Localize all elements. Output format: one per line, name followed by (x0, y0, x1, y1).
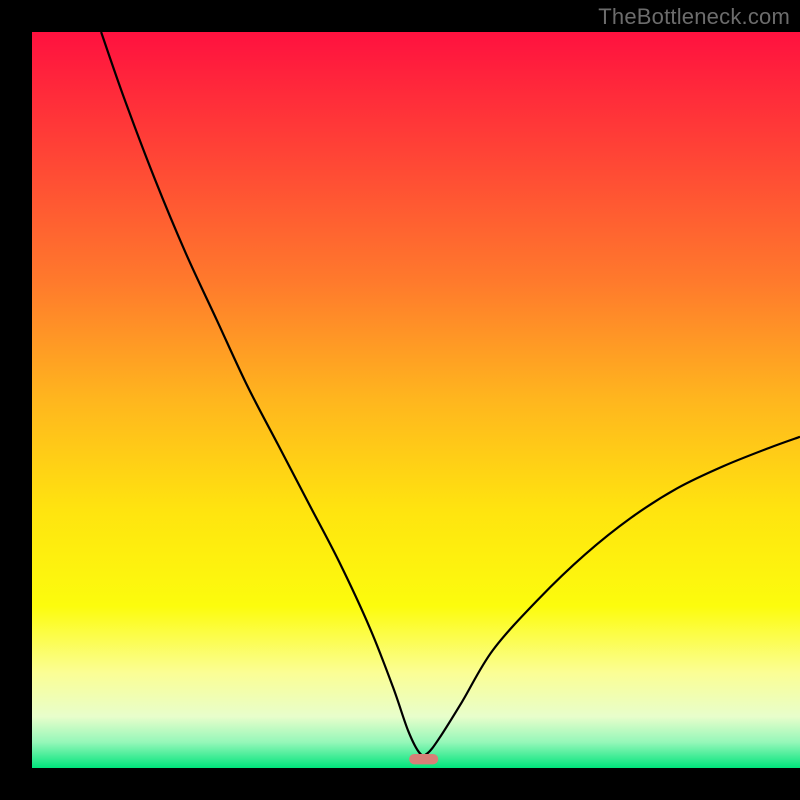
bottleneck-chart (0, 0, 800, 800)
chart-frame: TheBottleneck.com (0, 0, 800, 800)
plot-background (32, 32, 800, 768)
watermark-label: TheBottleneck.com (598, 4, 790, 30)
optimum-marker (409, 754, 438, 764)
